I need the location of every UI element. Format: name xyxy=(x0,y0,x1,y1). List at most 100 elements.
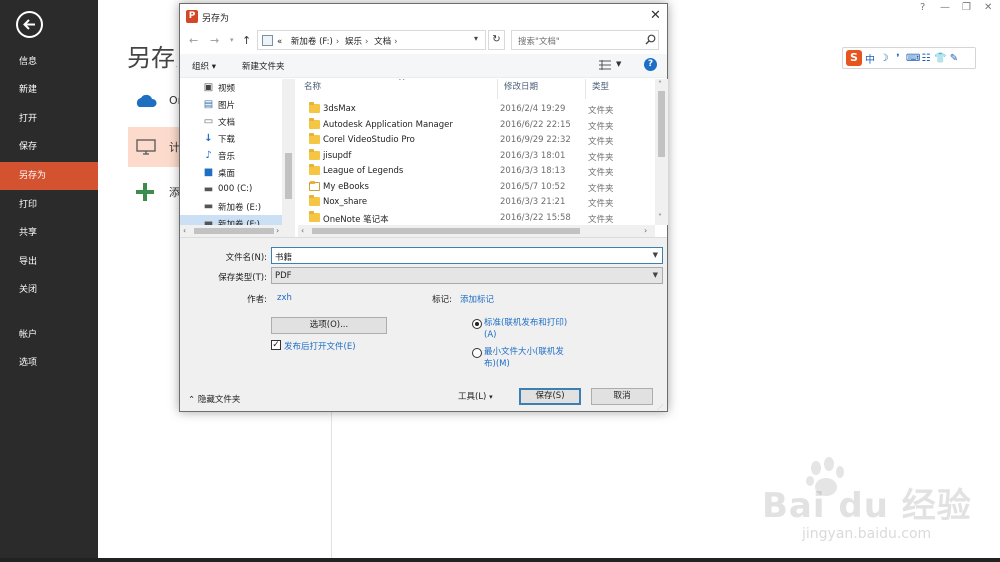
nav-info[interactable]: 信息 xyxy=(0,48,98,76)
help-button[interactable]: ? xyxy=(920,2,925,13)
scroll-down-icon[interactable]: ˅ xyxy=(658,213,662,222)
tree-item-desktop[interactable]: ■ 桌面 xyxy=(180,164,285,181)
filename-input[interactable]: 书籍 ▼ xyxy=(271,247,663,264)
recent-dropdown-icon[interactable]: ▾ xyxy=(230,36,234,44)
nav-export[interactable]: 导出 xyxy=(0,248,98,276)
ime-tools-icon[interactable]: ✎ xyxy=(948,53,960,64)
nav-new[interactable]: 新建 xyxy=(0,76,98,104)
hide-folders-toggle[interactable]: ⌃ 隐藏文件夹 xyxy=(188,393,240,405)
breadcrumb-documents[interactable]: 文档 xyxy=(374,37,391,47)
up-arrow-icon[interactable]: ↑ xyxy=(242,34,251,47)
cancel-button[interactable]: 取消 xyxy=(591,388,653,405)
scroll-left-icon[interactable]: ‹ xyxy=(301,226,304,235)
powerpoint-icon: P xyxy=(186,10,198,23)
tree-item-downloads[interactable]: ↓ 下载 xyxy=(180,130,285,147)
tree-item-pictures[interactable]: ▤ 图片 xyxy=(180,96,285,113)
filename-dropdown-icon[interactable]: ▼ xyxy=(653,251,658,259)
place-computer[interactable]: 计算机 xyxy=(128,127,202,167)
open-after-publish-checkbox[interactable]: ✓ xyxy=(271,340,281,350)
list-vertical-scrollbar[interactable]: ˄ ˅ xyxy=(655,79,668,225)
tree-item-drive-e[interactable]: ▬ 新加卷 (E:) xyxy=(180,198,285,215)
tree-item-label: 视频 xyxy=(218,84,236,94)
tree-item-drive-c[interactable]: ▬ 000 (C:) xyxy=(180,181,285,198)
author-value[interactable]: zxh xyxy=(277,293,292,303)
file-type: 文件夹 xyxy=(588,137,614,147)
save-button[interactable]: 保存(S) xyxy=(519,388,581,405)
back-arrow-icon[interactable]: ← xyxy=(189,34,198,47)
ime-menu-icon[interactable]: ☷ xyxy=(920,53,932,64)
file-row[interactable]: OneNote 笔记本 2016/3/22 15:58 文件夹 xyxy=(298,210,656,226)
view-dropdown-icon[interactable]: ▼ xyxy=(616,60,621,68)
dialog-close-button[interactable]: ✕ xyxy=(650,8,661,23)
scroll-right-icon[interactable]: › xyxy=(276,226,279,235)
refresh-button[interactable]: ↻ xyxy=(488,30,505,50)
address-bar[interactable]: « 新加卷 (F:) › 娱乐 › 文档 › ▾ xyxy=(257,30,486,50)
ime-halfwidth-icon[interactable]: ☽ xyxy=(878,53,890,64)
nav-print[interactable]: 打印 xyxy=(0,191,98,219)
tree-horizontal-scrollbar[interactable]: ‹ › xyxy=(180,225,282,237)
help-icon[interactable]: ? xyxy=(644,58,657,71)
column-date[interactable]: 修改日期 xyxy=(498,79,586,99)
nav-save[interactable]: 保存 xyxy=(0,133,98,161)
breadcrumb-entertainment[interactable]: 娱乐 xyxy=(345,37,362,47)
column-type[interactable]: 类型 xyxy=(586,79,656,99)
column-name[interactable]: 名称 ^ xyxy=(298,79,498,99)
nav-save-as[interactable]: 另存为 xyxy=(0,162,98,190)
nav-options[interactable]: 选项 xyxy=(0,349,98,377)
nav-open[interactable]: 打开 xyxy=(0,105,98,133)
tree-hscroll-thumb[interactable] xyxy=(194,228,274,234)
nav-account[interactable]: 帐户 xyxy=(0,321,98,349)
tree-scroll-thumb[interactable] xyxy=(285,153,292,199)
file-row[interactable]: League of Legends 2016/3/3 18:13 文件夹 xyxy=(298,163,656,179)
tree-item-videos[interactable]: ▣ 视频 xyxy=(180,79,285,96)
file-row[interactable]: Autodesk Application Manager 2016/6/22 2… xyxy=(298,117,656,133)
tags-input[interactable]: 添加标记 xyxy=(460,293,494,305)
tree-vertical-scrollbar[interactable] xyxy=(282,79,295,237)
ime-keyboard-icon[interactable]: ⌨ xyxy=(906,53,920,64)
tree-item-documents[interactable]: ▭ 文档 xyxy=(180,113,285,130)
ime-mode-toggle[interactable]: 中 xyxy=(864,51,876,66)
optimize-minimum-radio[interactable] xyxy=(472,348,482,358)
file-date: 2016/3/22 15:58 xyxy=(500,213,571,223)
file-row[interactable]: 3dsMax 2016/2/4 19:29 文件夹 xyxy=(298,101,656,117)
search-input[interactable]: 搜索"文档" xyxy=(511,30,659,50)
breadcrumb-drive[interactable]: 新加卷 (F:) xyxy=(291,37,333,47)
close-window-button[interactable]: ✕ xyxy=(984,2,992,13)
dialog-titlebar[interactable]: P 另存为 ✕ xyxy=(180,4,667,30)
forward-arrow-icon[interactable]: → xyxy=(210,34,219,47)
place-onedrive[interactable]: OneDrive xyxy=(128,82,221,122)
sogou-logo-icon[interactable]: S xyxy=(846,50,862,66)
filetype-label: 保存类型(T): xyxy=(218,273,267,283)
address-dropdown-icon[interactable]: ▾ xyxy=(474,34,478,43)
organize-button[interactable]: 组织 ▾ xyxy=(192,60,216,72)
author-label: 作者: xyxy=(247,295,267,305)
restore-button[interactable]: ❐ xyxy=(962,2,971,13)
nav-share[interactable]: 共享 xyxy=(0,219,98,247)
list-scroll-thumb[interactable] xyxy=(658,91,665,157)
resize-grip-icon[interactable]: ⋰ xyxy=(657,404,663,411)
file-row[interactable]: Corel VideoStudio Pro 2016/9/29 22:32 文件… xyxy=(298,132,656,148)
optimize-standard-radio[interactable] xyxy=(472,319,482,329)
list-hscroll-thumb[interactable] xyxy=(312,228,580,234)
nav-close[interactable]: 关闭 xyxy=(0,276,98,304)
back-button[interactable] xyxy=(16,11,43,38)
minimize-button[interactable]: — xyxy=(940,2,950,13)
file-row[interactable]: jisupdf 2016/3/3 18:01 文件夹 xyxy=(298,148,656,164)
scroll-up-icon[interactable]: ˄ xyxy=(658,80,662,89)
view-options-icon[interactable] xyxy=(599,60,611,70)
filetype-dropdown-icon[interactable]: ▼ xyxy=(653,271,658,279)
file-row[interactable]: Nox_share 2016/3/3 21:21 文件夹 xyxy=(298,194,656,210)
tools-button[interactable]: 工具(L) ▾ xyxy=(458,390,493,402)
filetype-select[interactable]: PDF ▼ xyxy=(271,267,663,284)
scroll-right-icon[interactable]: › xyxy=(644,226,647,235)
ime-punctuation-icon[interactable]: ❜ xyxy=(892,53,904,64)
list-horizontal-scrollbar[interactable]: ‹ › xyxy=(298,225,655,237)
scroll-left-icon[interactable]: ‹ xyxy=(183,226,186,235)
file-row[interactable]: My eBooks 2016/5/7 10:52 文件夹 xyxy=(298,179,656,195)
options-button[interactable]: 选项(O)... xyxy=(271,317,387,334)
breadcrumb-prefix[interactable]: « xyxy=(277,37,282,47)
tree-item-music[interactable]: ♪ 音乐 xyxy=(180,147,285,164)
ime-skin-icon[interactable]: 👕 xyxy=(934,53,946,64)
place-add[interactable]: 添加位置 xyxy=(128,172,213,212)
new-folder-button[interactable]: 新建文件夹 xyxy=(242,60,285,72)
